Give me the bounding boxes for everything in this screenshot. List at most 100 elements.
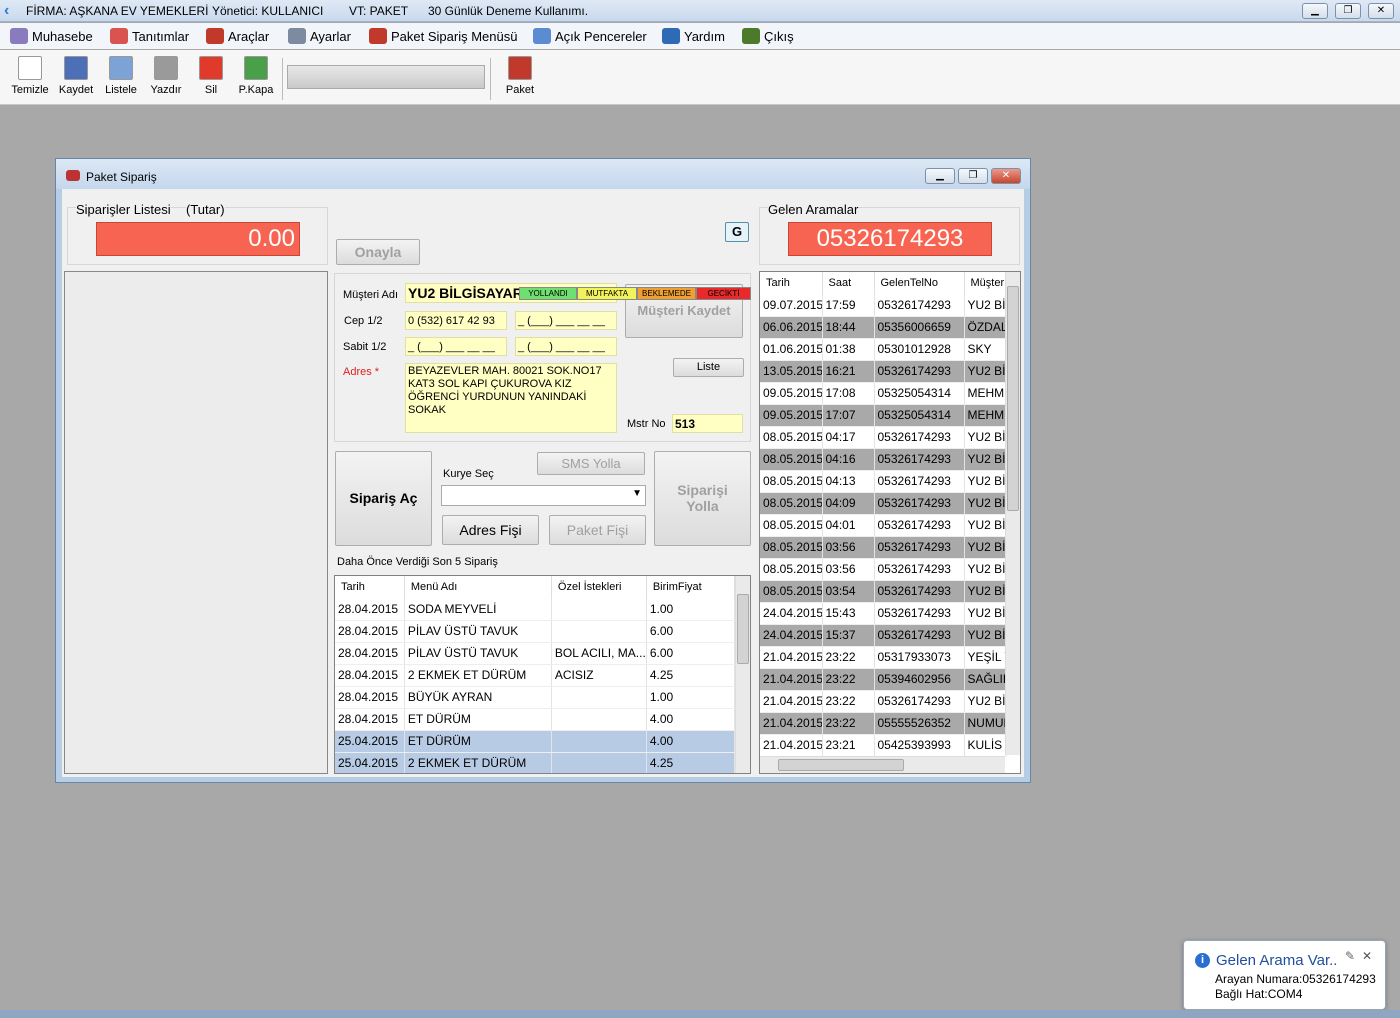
history-row[interactable]: 28.04.2015 SODA MEYVELİ 1.00 — [335, 598, 736, 621]
history-scrollbar[interactable] — [735, 576, 750, 773]
menu-item-4[interactable]: Paket Sipariş Menüsü — [369, 28, 517, 44]
window-close-button[interactable]: ✕ — [991, 168, 1021, 184]
call-row[interactable]: 08.05.2015 04:17 05326174293 YU2 Bİ — [760, 426, 1007, 449]
mstr-field[interactable]: 513 — [672, 414, 743, 433]
adres-fisi-button[interactable]: Adres Fişi — [442, 515, 539, 545]
liste-button[interactable]: Liste — [673, 358, 744, 377]
call-row[interactable]: 08.05.2015 04:16 05326174293 YU2 Bİ — [760, 448, 1007, 471]
adres-field[interactable]: BEYAZEVLER MAH. 80021 SOK.NO17 KAT3 SOL … — [405, 363, 617, 433]
back-chevron-icon[interactable]: ‹ — [4, 2, 9, 20]
save-button[interactable]: Kaydet — [56, 56, 96, 96]
call-row[interactable]: 21.04.2015 23:21 05425393993 KULİS I — [760, 734, 1007, 757]
menu-item-3[interactable]: Ayarlar — [288, 28, 351, 44]
list-button[interactable]: Listele — [101, 56, 141, 96]
orders-list[interactable] — [64, 271, 328, 774]
call-row[interactable]: 08.05.2015 03:54 05326174293 YU2 Bİ — [760, 580, 1007, 603]
menu-item-0[interactable]: Muhasebe — [10, 28, 93, 44]
history-col-header[interactable]: BirimFiyat — [646, 576, 736, 598]
call-cell: 05326174293 — [874, 426, 965, 449]
calls-grid[interactable]: Tarih Saat GelenTelNo Müşter 09.07.2015 17:59… — [759, 271, 1021, 774]
call-cell: 04:16 — [822, 448, 875, 471]
customer-name-label: Müşteri Adı — [343, 289, 399, 301]
cep2-field[interactable]: _ (___) ___ __ __ — [515, 311, 617, 330]
window-restore-button[interactable]: ❐ — [958, 168, 988, 184]
history-row[interactable]: 28.04.2015 BÜYÜK AYRAN 1.00 — [335, 686, 736, 709]
menu-icon — [369, 28, 387, 44]
history-row[interactable]: 28.04.2015 ET DÜRÜM 4.00 — [335, 708, 736, 731]
history-row[interactable]: 25.04.2015 2 EKMEK ET DÜRÜM 4.25 — [335, 752, 736, 773]
call-row[interactable]: 09.05.201517:0705325054314MEHME — [760, 404, 1007, 427]
pin-icon[interactable]: ✎ — [1345, 949, 1355, 963]
call-row[interactable]: 08.05.2015 04:09 05326174293 YU2 Bİ — [760, 492, 1007, 515]
history-row[interactable]: 28.04.2015 PİLAV ÜSTÜ TAVUK BOL ACILI, MA.… — [335, 642, 736, 665]
history-row[interactable]: 25.04.2015 ET DÜRÜM 4.00 — [335, 730, 736, 753]
call-row[interactable]: 09.07.2015 17:59 05326174293 YU2 Bİ — [760, 294, 1007, 317]
calls-col-header[interactable]: Müşter — [964, 272, 1007, 294]
toast-close-icon[interactable]: ✕ — [1362, 949, 1372, 963]
print-button[interactable]: Yazdır — [146, 56, 186, 96]
call-row[interactable]: 24.04.2015 15:37 05326174293 YU2 Bİ — [760, 624, 1007, 647]
close-button[interactable]: ✕ — [1368, 3, 1394, 19]
sabit1-field[interactable]: _ (___) ___ __ __ — [405, 337, 507, 356]
calls-col-header[interactable]: Saat — [822, 272, 875, 294]
sabit2-field[interactable]: _ (___) ___ __ __ — [515, 337, 617, 356]
history-row[interactable]: 28.04.2015 2 EKMEK ET DÜRÜM ACISIZ 4.25 — [335, 664, 736, 687]
package-button[interactable]: Paket — [500, 56, 540, 96]
call-row[interactable]: 21.04.201523:2205317933073YEŞİL Y — [760, 646, 1007, 669]
menu-item-7[interactable]: Çıkış — [742, 28, 794, 44]
call-row[interactable]: 09.05.201517:0805325054314MEHME — [760, 382, 1007, 405]
close-panel-icon — [244, 56, 268, 80]
call-row[interactable]: 21.04.201523:2205394602956SAĞLIK — [760, 668, 1007, 691]
delete-button[interactable]: Sil — [191, 56, 231, 96]
scrollbar-thumb[interactable] — [737, 594, 749, 664]
cep1-field[interactable]: 0 (532) 617 42 93 — [405, 311, 507, 330]
call-cell: 05326174293 — [874, 360, 965, 383]
call-cell: 09.07.2015 — [760, 294, 823, 317]
call-row[interactable]: 24.04.2015 15:43 05326174293 YU2 Bİ — [760, 602, 1007, 625]
current-caller-number: 05326174293 — [788, 222, 992, 256]
menu-item-6[interactable]: Yardım — [662, 28, 725, 44]
siparis-ac-button[interactable]: Sipariş Aç — [335, 451, 432, 546]
close-panel-button[interactable]: P.Kapa — [236, 56, 276, 96]
call-row[interactable]: 08.05.2015 03:56 05326174293 YU2 Bİ — [760, 536, 1007, 559]
scrollbar-thumb[interactable] — [1007, 286, 1019, 511]
history-grid[interactable]: Tarih Menü Adı Özel İstekleri BirimFiyat 28.… — [334, 575, 751, 774]
window-minimize-button[interactable]: ▁ — [925, 168, 955, 184]
minimize-button[interactable]: ▁ — [1302, 3, 1328, 19]
calls-col-header[interactable]: GelenTelNo — [874, 272, 965, 294]
call-row[interactable]: 06.06.2015 18:44 05356006659 ÖZDAL — [760, 316, 1007, 339]
call-row[interactable]: 08.05.2015 04:13 05326174293 YU2 Bİ — [760, 470, 1007, 493]
calls-col-header[interactable]: Tarih — [760, 272, 823, 294]
paket-fisi-button[interactable]: Paket Fişi — [549, 515, 646, 545]
clear-button[interactable]: Temizle — [10, 56, 50, 96]
sms-yolla-button[interactable]: SMS Yolla — [537, 452, 645, 475]
call-cell: 08.05.2015 — [760, 580, 823, 603]
history-row[interactable]: 28.04.2015 PİLAV ÜSTÜ TAVUK 6.00 — [335, 620, 736, 643]
incoming-call-toast[interactable]: i Gelen Arama Var.. ✎ ✕ Arayan Numara:05… — [1183, 940, 1386, 1010]
call-row[interactable]: 21.04.201523:2205555526352NUMUN — [760, 712, 1007, 735]
siparisi-yolla-button[interactable]: Siparişi Yolla — [654, 451, 751, 546]
toolbar-separator — [490, 58, 491, 100]
call-cell: 23:22 — [822, 712, 875, 735]
history-col-header[interactable]: Menü Adı — [404, 576, 552, 598]
g-button[interactable]: G — [725, 222, 749, 242]
calls-hscrollbar[interactable] — [760, 756, 1005, 773]
menu-item-2[interactable]: Araçlar — [206, 28, 269, 44]
kurye-select[interactable]: ▼ — [441, 485, 646, 506]
history-col-header[interactable]: Özel İstekleri — [551, 576, 647, 598]
history-cell: 4.00 — [646, 708, 736, 731]
calls-scrollbar[interactable] — [1005, 272, 1020, 755]
restore-button[interactable]: ❐ — [1335, 3, 1361, 19]
menu-item-1[interactable]: Tanıtımlar — [110, 28, 189, 44]
onayla-button[interactable]: Onayla — [336, 239, 420, 265]
call-cell: 05326174293 — [874, 558, 965, 581]
call-row[interactable]: 08.05.2015 03:56 05326174293 YU2 Bİ — [760, 558, 1007, 581]
call-row[interactable]: 08.05.2015 04:01 05326174293 YU2 Bİ — [760, 514, 1007, 537]
scrollbar-thumb[interactable] — [778, 759, 904, 771]
menu-item-5[interactable]: Açık Pencereler — [533, 28, 647, 44]
call-row[interactable]: 13.05.2015 16:21 05326174293 YU2 Bİ — [760, 360, 1007, 383]
menu-label: Paket Sipariş Menüsü — [391, 29, 518, 44]
call-row[interactable]: 01.06.2015 01:38 05301012928 SKY — [760, 338, 1007, 361]
call-row[interactable]: 21.04.2015 23:22 05326174293 YU2 Bİ — [760, 690, 1007, 713]
history-col-header[interactable]: Tarih — [335, 576, 405, 598]
